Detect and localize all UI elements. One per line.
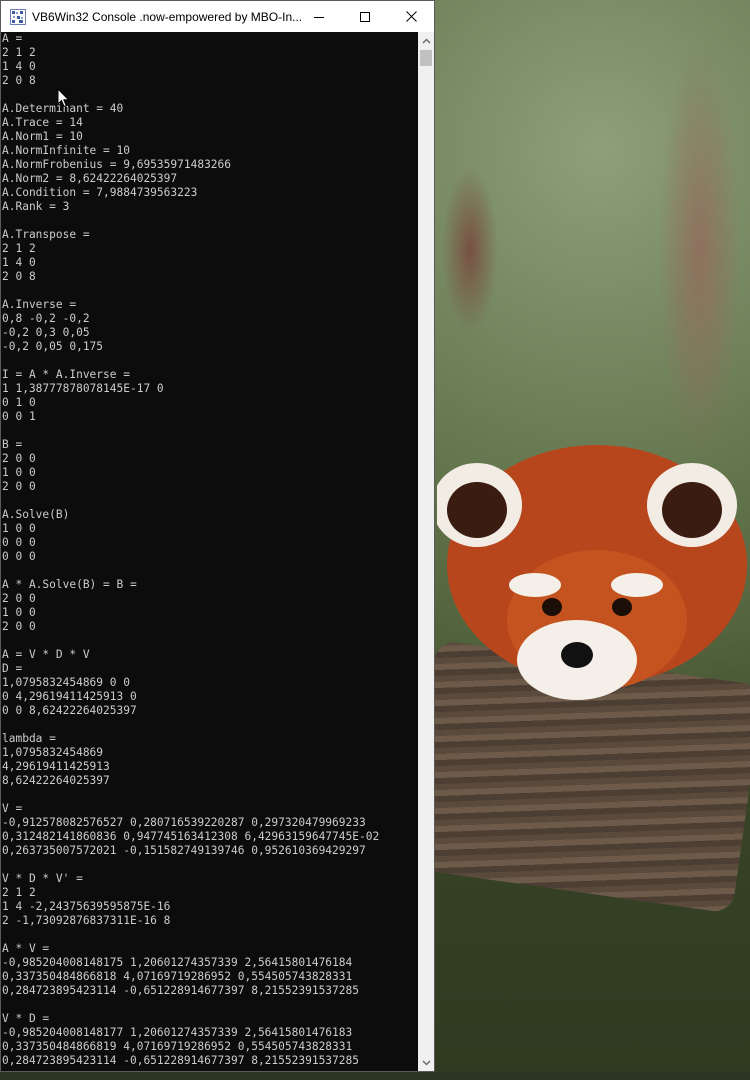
console-line: 2 1 2: [2, 46, 36, 59]
console-line: 2 -1,73092876837311E-16 8: [2, 914, 171, 927]
console-line: A.Trace = 14: [2, 116, 83, 129]
console-line: 1 4 0: [2, 256, 36, 269]
console-line: 0,263735007572021 -0,151582749139746 0,9…: [2, 844, 366, 857]
console-line: D =: [2, 662, 23, 675]
console-line: A =: [2, 32, 23, 45]
console-line: 2 0 0: [2, 592, 36, 605]
console-line: 2 0 0: [2, 620, 36, 633]
console-line: 2 0 0: [2, 452, 36, 465]
chevron-down-icon: [422, 1060, 430, 1065]
console-line: 0,8 -0,2 -0,2: [2, 312, 90, 325]
console-line: 0,312482141860836 0,947745163412308 6,42…: [2, 830, 380, 843]
scroll-down-button[interactable]: [418, 1054, 434, 1071]
console-line: 0,284723895423114 -0,651228914677397 8,2…: [2, 984, 359, 997]
console-line: A.Condition = 7,9884739563223: [2, 186, 198, 199]
taskbar-edge: [0, 1072, 750, 1080]
console-line: A.Solve(B): [2, 508, 70, 521]
console-line: 0,337350484866818 4,07169719286952 0,554…: [2, 970, 353, 983]
title-bar[interactable]: VB6Win32 Console .now-empowered by MBO-I…: [1, 1, 434, 32]
console-line: V * D * V' =: [2, 872, 83, 885]
console-line: lambda =: [2, 732, 56, 745]
console-line: A * A.Solve(B) = B =: [2, 578, 137, 591]
console-line: 2 0 8: [2, 270, 36, 283]
console-line: 2 0 8: [2, 74, 36, 87]
console-line: 4,29619411425913: [2, 760, 110, 773]
console-line: 2 1 2: [2, 242, 36, 255]
console-line: V * D =: [2, 1012, 50, 1025]
console-line: 0 0 1: [2, 410, 36, 423]
console-line: -0,2 0,3 0,05: [2, 326, 90, 339]
console-line: 1 4 0: [2, 60, 36, 73]
close-icon: [405, 11, 417, 22]
close-button[interactable]: [388, 1, 434, 32]
console-line: B =: [2, 438, 23, 451]
console-output-area[interactable]: A = 2 1 2 1 4 0 2 0 8 A.Determinant = 40…: [1, 32, 418, 1071]
console-line: -0,912578082576527 0,280716539220287 0,2…: [2, 816, 366, 829]
maximize-button[interactable]: [342, 1, 388, 32]
scroll-up-button[interactable]: [418, 32, 434, 49]
console-line: 1 0 0: [2, 606, 36, 619]
console-line: 0,284723895423114 -0,651228914677397 8,2…: [2, 1054, 359, 1067]
console-line: -0,2 0,05 0,175: [2, 340, 104, 353]
console-line: 0,337350484866819 4,07169719286952 0,554…: [2, 1040, 353, 1053]
scroll-thumb[interactable]: [420, 50, 432, 66]
console-line: I = A * A.Inverse =: [2, 368, 130, 381]
console-line: 0 1 0: [2, 396, 36, 409]
console-line: -0,985204008148177 1,20601274357339 2,56…: [2, 1026, 353, 1039]
console-line: 1 0 0: [2, 466, 36, 479]
console-line: -0,985204008148175 1,20601274357339 2,56…: [2, 956, 353, 969]
console-line: 0 0 0: [2, 536, 36, 549]
console-line: A.Rank = 3: [2, 200, 70, 213]
chevron-up-icon: [422, 38, 430, 43]
app-icon: [10, 8, 26, 25]
console-line: 0 0 0: [2, 550, 36, 563]
console-line: A.Transpose =: [2, 228, 90, 241]
console-window: VB6Win32 Console .now-empowered by MBO-I…: [0, 0, 435, 1072]
console-line: 2 1 2: [2, 886, 36, 899]
console-line: 0 0 8,62422264025397: [2, 704, 137, 717]
console-line: 8,62422264025397: [2, 774, 110, 787]
console-line: 2 0 0: [2, 480, 36, 493]
minimize-button[interactable]: [296, 1, 342, 32]
console-line: 1,0795832454869 0 0: [2, 676, 130, 689]
console-line: A.Inverse =: [2, 298, 77, 311]
console-line: A.Norm2 = 8,62422264025397: [2, 172, 178, 185]
minimize-icon: [314, 16, 324, 18]
console-line: A.NormFrobenius = 9,69535971483266: [2, 158, 232, 171]
mouse-pointer-icon: [57, 88, 70, 108]
console-line: A.NormInfinite = 10: [2, 144, 130, 157]
console-line: A * V =: [2, 942, 50, 955]
vertical-scrollbar[interactable]: [418, 32, 434, 1071]
console-line: A = V * D * V: [2, 648, 90, 661]
window-title: VB6Win32 Console .now-empowered by MBO-I…: [32, 9, 303, 24]
console-line: 1 4 -2,24375639595875E-16: [2, 900, 171, 913]
console-line: 0 4,29619411425913 0: [2, 690, 137, 703]
console-line: V =: [2, 802, 23, 815]
maximize-icon: [360, 11, 370, 22]
console-line: 1,0795832454869: [2, 746, 104, 759]
wallpaper-red-panda: [437, 445, 747, 700]
console-line: A.Norm1 = 10: [2, 130, 83, 143]
console-output: A = 2 1 2 1 4 0 2 0 8 A.Determinant = 40…: [1, 32, 418, 1068]
console-line: 1 1,38777878078145E-17 0: [2, 382, 164, 395]
console-line: 1 0 0: [2, 522, 36, 535]
